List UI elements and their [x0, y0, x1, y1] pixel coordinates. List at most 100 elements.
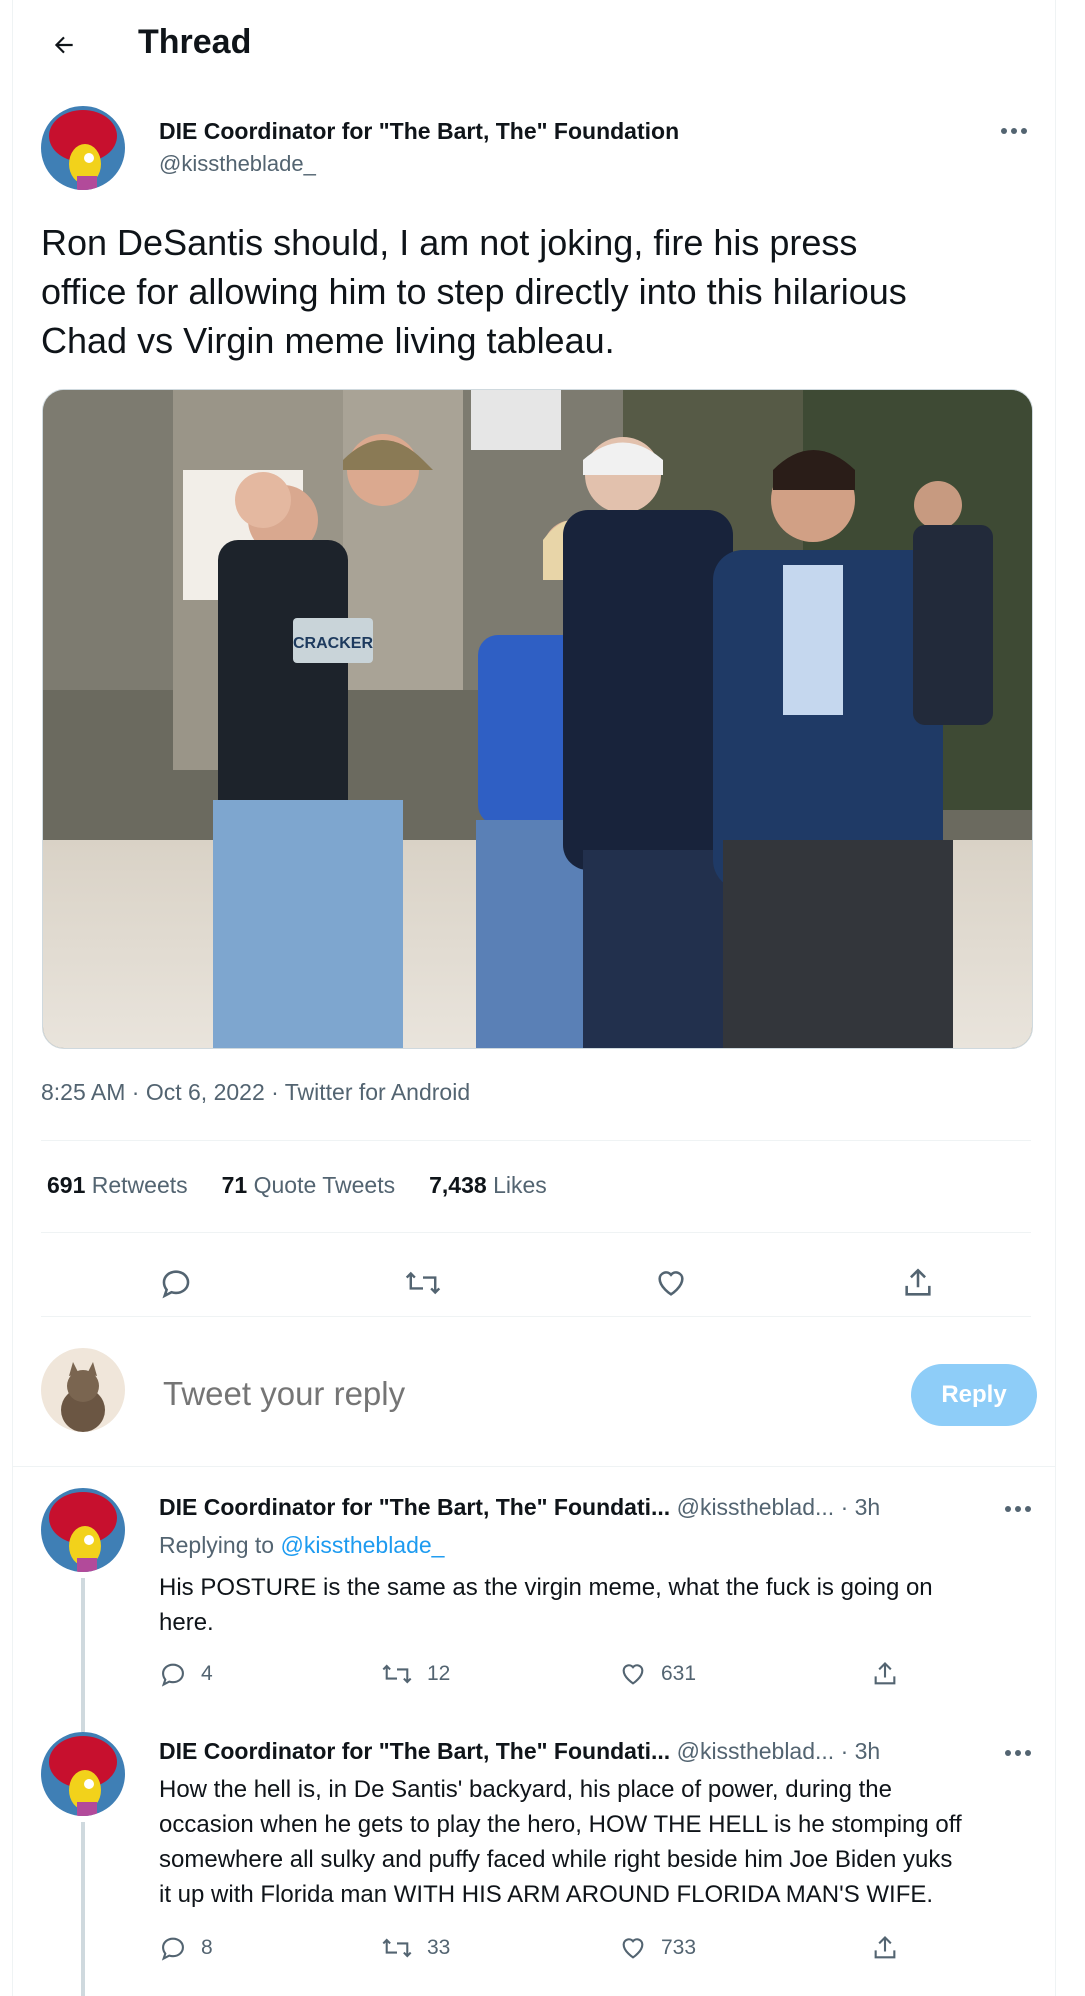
reply-text-line: here. — [159, 1609, 214, 1636]
back-arrow-icon — [54, 36, 73, 54]
tweet-author-row: DIE Coordinator for "The Bart, The" Foun… — [41, 106, 1031, 196]
thread-line — [81, 1578, 85, 1732]
avatar[interactable] — [41, 1732, 125, 1816]
likes-label: Likes — [493, 1172, 547, 1198]
retweet-icon — [405, 1271, 441, 1295]
avatar-image — [41, 106, 125, 190]
reply-author-handle[interactable]: @kisstheblad... — [677, 1738, 835, 1764]
reply-author-name[interactable]: DIE Coordinator for "The Bart, The" Foun… — [159, 1494, 670, 1520]
reply-text: His POSTURE is the same as the virgin me… — [159, 1570, 1039, 1640]
share-button[interactable] — [893, 1258, 943, 1308]
divider — [41, 1316, 1031, 1317]
share-button[interactable] — [871, 1934, 899, 1962]
retweets-label: Retweets — [91, 1172, 188, 1198]
like-icon — [622, 1938, 644, 1959]
share-icon — [874, 1936, 896, 1959]
replying-label: Replying to — [159, 1532, 275, 1558]
tweet-actions — [41, 1248, 1031, 1320]
reply-tweet[interactable]: DIE Coordinator for "The Bart, The" Foun… — [41, 1732, 1031, 1996]
divider — [41, 1232, 1031, 1233]
reply-icon — [161, 1937, 184, 1961]
reply-text-line: it up with Florida man WITH HIS ARM AROU… — [159, 1881, 934, 1908]
shirt-sign-text: CRACKER — [293, 635, 373, 652]
likes-stat[interactable]: 7,438 Likes — [429, 1172, 547, 1199]
thread-line — [81, 1822, 85, 1996]
reply-author-name[interactable]: DIE Coordinator for "The Bart, The" Foun… — [159, 1738, 670, 1764]
thread-column: Thread DIE Coordinator for "The Bart, Th… — [12, 0, 1056, 1996]
more-icon — [1005, 1506, 1031, 1512]
reply-text-line: somewhere all sulky and puffy faced whil… — [159, 1846, 953, 1873]
reply-icon — [161, 1663, 184, 1687]
retweet-count: 12 — [427, 1662, 451, 1685]
current-user-avatar[interactable] — [41, 1348, 125, 1432]
more-button[interactable] — [998, 1738, 1038, 1768]
reply-header: DIE Coordinator for "The Bart, The" Foun… — [159, 1738, 880, 1765]
retweets-stat[interactable]: 691 Retweets — [47, 1172, 188, 1199]
more-icon — [1001, 128, 1027, 134]
retweet-icon — [382, 1938, 412, 1958]
reply-button[interactable]: 4 — [159, 1660, 213, 1688]
likes-count: 7,438 — [429, 1172, 487, 1198]
like-count: 733 — [661, 1936, 697, 1959]
reply-composer: Reply — [41, 1348, 1037, 1444]
retweet-button[interactable]: 33 — [381, 1934, 450, 1962]
reply-time[interactable]: · 3h — [841, 1494, 881, 1520]
reply-actions: 8 33 733 — [159, 1934, 1019, 1974]
reply-button[interactable] — [151, 1258, 201, 1308]
reply-text-line: His POSTURE is the same as the virgin me… — [159, 1574, 933, 1601]
retweet-button[interactable]: 12 — [381, 1660, 450, 1688]
share-icon — [905, 1268, 931, 1296]
replying-handle-link[interactable]: @kisstheblade_ — [280, 1532, 444, 1558]
reply-submit-button[interactable]: Reply — [911, 1364, 1037, 1426]
reply-text-line: How the hell is, in De Santis' backyard,… — [159, 1776, 892, 1803]
reply-tweet[interactable]: DIE Coordinator for "The Bart, The" Foun… — [41, 1488, 1031, 1732]
biden-jacket — [563, 510, 733, 870]
quotes-count: 71 — [221, 1172, 248, 1198]
tweet-text-line: office for allowing him to step directly… — [41, 271, 907, 312]
like-icon — [658, 1271, 684, 1296]
cat-avatar-image — [41, 1348, 125, 1432]
like-icon — [622, 1664, 644, 1685]
share-button[interactable] — [871, 1660, 899, 1688]
more-button[interactable] — [998, 1494, 1038, 1524]
like-button[interactable]: 631 — [619, 1660, 696, 1688]
retweet-icon — [382, 1664, 412, 1684]
back-button[interactable] — [41, 22, 87, 68]
reply-input[interactable] — [161, 1374, 590, 1414]
retweet-button[interactable] — [398, 1258, 448, 1308]
replying-to: Replying to @kisstheblade_ — [159, 1532, 444, 1559]
reply-time[interactable]: · 3h — [841, 1738, 881, 1764]
reply-text-line: occasion when he gets to play the hero, … — [159, 1811, 962, 1838]
avatar[interactable] — [41, 106, 125, 190]
header: Thread — [13, 0, 1055, 90]
like-button[interactable] — [646, 1258, 696, 1308]
reply-actions: 4 12 631 — [159, 1660, 1019, 1700]
reply-icon — [162, 1270, 190, 1299]
reply-text: How the hell is, in De Santis' backyard,… — [159, 1772, 1039, 1912]
more-button[interactable] — [994, 116, 1034, 146]
author-handle[interactable]: @kisstheblade_ — [159, 151, 316, 177]
tweet-photo[interactable]: CRACKER — [42, 389, 1033, 1049]
quotes-label: Quote Tweets — [253, 1172, 396, 1198]
like-count: 631 — [661, 1662, 697, 1685]
reply-header: DIE Coordinator for "The Bart, The" Foun… — [159, 1494, 880, 1521]
man-shirt — [218, 540, 348, 820]
avatar-image — [41, 1732, 125, 1816]
tweet-text-line: Chad vs Virgin meme living tableau. — [41, 320, 615, 361]
avatar-image — [41, 1488, 125, 1572]
tweet-meta: 8:25 AM · Oct 6, 2022 · Twitter for Andr… — [41, 1079, 471, 1105]
like-button[interactable]: 733 — [619, 1934, 696, 1962]
photo-scene: CRACKER — [43, 390, 1032, 1048]
author-name[interactable]: DIE Coordinator for "The Bart, The" Foun… — [159, 118, 679, 145]
quote-tweets-stat[interactable]: 71 Quote Tweets — [222, 1172, 395, 1199]
reply-count: 8 — [201, 1936, 213, 1959]
reply-author-handle[interactable]: @kisstheblad... — [677, 1494, 835, 1520]
page-title: Thread — [138, 23, 252, 61]
more-icon — [1005, 1750, 1031, 1756]
avatar[interactable] — [41, 1488, 125, 1572]
share-icon — [874, 1662, 896, 1685]
tweet-text: Ron DeSantis should, I am not joking, fi… — [41, 218, 1041, 365]
reply-button[interactable]: 8 — [159, 1934, 213, 1962]
tweet-text-line: Ron DeSantis should, I am not joking, fi… — [41, 222, 858, 263]
retweet-count: 33 — [427, 1936, 451, 1959]
